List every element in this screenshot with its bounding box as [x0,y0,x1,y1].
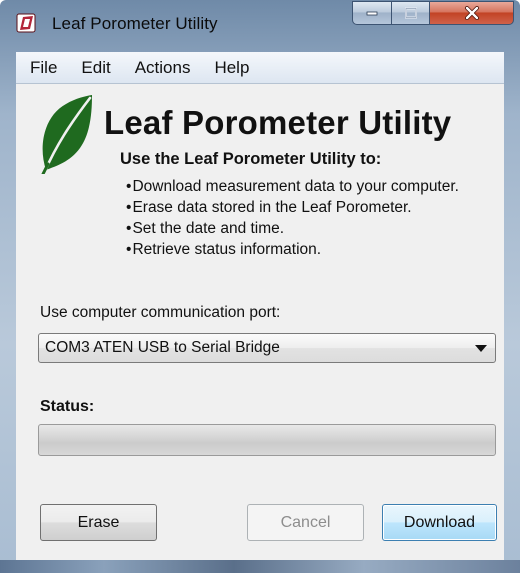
feature-list: Download measurement data to your comput… [126,176,459,260]
download-button[interactable]: Download [382,504,497,541]
status-progress-bar [38,424,496,456]
product-title: Leaf Porometer Utility [104,104,452,141]
close-icon [464,6,479,20]
maximize-button[interactable] [392,1,430,25]
feature-item: Retrieve status information. [126,239,459,260]
menu-help[interactable]: Help [201,58,260,78]
window-bottom-border [0,560,520,573]
caption-buttons [352,1,514,25]
cancel-button[interactable]: Cancel [247,504,364,541]
close-button[interactable] [430,1,514,25]
intro-heading: Use the Leaf Porometer Utility to: [120,150,382,168]
menu-file[interactable]: File [16,58,68,78]
menu-bar: File Edit Actions Help [16,52,504,84]
title-bar[interactable]: Leaf Porometer Utility [0,0,520,44]
minimize-icon [366,11,378,16]
maximize-icon [404,7,417,19]
feature-item: Set the date and time. [126,218,459,239]
leaf-logo-icon [41,95,92,174]
chevron-down-icon[interactable] [475,345,487,352]
client-area: Leaf Porometer Utility Use the Leaf Poro… [16,84,504,560]
status-label: Status: [40,398,95,415]
erase-button[interactable]: Erase [40,504,157,541]
window-title: Leaf Porometer Utility [52,14,218,33]
feature-item: Download measurement data to your comput… [126,176,459,197]
port-selected-value: COM3 ATEN USB to Serial Bridge [45,339,280,356]
menu-actions[interactable]: Actions [122,58,202,78]
port-dropdown[interactable]: COM3 ATEN USB to Serial Bridge [38,333,496,363]
feature-item: Erase data stored in the Leaf Porometer. [126,197,459,218]
port-label: Use computer communication port: [40,304,281,321]
menu-edit[interactable]: Edit [68,58,121,78]
app-window: Leaf Porometer Utility File Edit Actions… [0,0,520,573]
app-icon[interactable] [16,13,36,33]
minimize-button[interactable] [352,1,392,25]
